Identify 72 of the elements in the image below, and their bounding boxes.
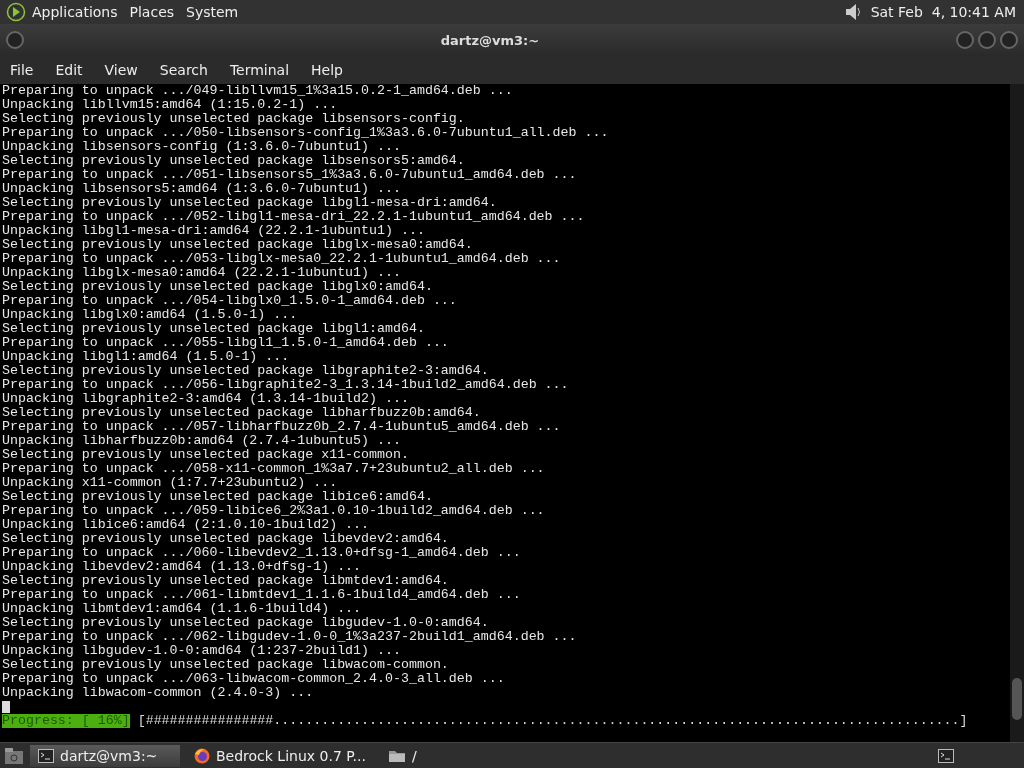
folder-icon [387, 749, 406, 763]
show-desktop-icon[interactable] [4, 747, 24, 765]
terminal-line: Unpacking libmtdev1:amd64 (1.1.6-1build4) ... [2, 602, 362, 616]
terminal-line: Unpacking libharfbuzz0b:amd64 (2.7.4-1ubuntu5) ... [2, 434, 401, 448]
browser-icon [194, 748, 210, 764]
terminal-line: Unpacking libgraphite2-3:amd64 (1.3.14-1build2) ... [2, 392, 409, 406]
terminal-line: Unpacking x11-common (1:7.7+23ubuntu2) ... [2, 476, 338, 490]
terminal-line: Unpacking libsensors-config (1:3.6.0-7ubuntu1) ... [2, 140, 401, 154]
taskbar-button[interactable]: / [379, 745, 425, 767]
terminal-line: Selecting previously unselected package libgl1:amd64. [2, 322, 425, 336]
terminal-line: Unpacking libice6:amd64 (2:1.0.10-1build2) ... [2, 518, 370, 532]
terminal-line: Selecting previously unselected package libsensors5:amd64. [2, 154, 465, 168]
panel-menu[interactable]: Places [123, 4, 181, 20]
terminal-line: Unpacking libglx0:amd64 (1.5.0-1) ... [2, 308, 298, 322]
terminal-line: Unpacking libevdev2:amd64 (1.13.0+dfsg-1) ... [2, 560, 362, 574]
taskbar-button[interactable]: Bedrock Linux 0.7 P... [186, 745, 374, 767]
terminal-line: Selecting previously unselected package libglx-mesa0:amd64. [2, 238, 473, 252]
scrollbar[interactable] [1010, 84, 1024, 742]
close-button[interactable] [1000, 31, 1018, 49]
menu-item[interactable]: File [2, 62, 42, 78]
terminal-line: Preparing to unpack .../050-libsensors-config_1%3a3.6.0-7ubuntu1_all.deb ... [2, 126, 609, 140]
terminal-line: Preparing to unpack .../051-libsensors5_1%3a3.6.0-7ubuntu1_amd64.deb ... [2, 168, 577, 182]
terminal-icon[interactable] [38, 749, 54, 763]
taskbar-button[interactable]: dartz@vm3:~ [30, 745, 180, 767]
terminal-line: Selecting previously unselected package libwacom-common. [2, 658, 449, 672]
terminal-line: Unpacking libgl1-mesa-dri:amd64 (22.2.1-1ubuntu1) ... [2, 224, 425, 238]
menu-item[interactable]: Edit [47, 62, 91, 78]
terminal-line: Selecting previously unselected package libharfbuzz0b:amd64. [2, 406, 481, 420]
terminal-line: Selecting previously unselected package libgl1-mesa-dri:amd64. [2, 196, 497, 210]
terminal-line: Preparing to unpack .../058-x11-common_1%3a7.7+23ubuntu2_all.deb ... [2, 462, 545, 476]
terminal-line: Selecting previously unselected package x11-common. [2, 448, 409, 462]
panel-menu[interactable]: Applications [26, 4, 124, 20]
terminal-line: Selecting previously unselected package libsensors-config. [2, 112, 465, 126]
progress-label: Progress: [ 16%] [2, 714, 130, 728]
terminal-line: Preparing to unpack .../062-libgudev-1.0-0_1%3a237-2build1_amd64.deb ... [2, 630, 577, 644]
minimize-button[interactable] [956, 31, 974, 49]
terminal-line: Preparing to unpack .../057-libharfbuzz0b_2.7.4-1ubuntu5_amd64.deb ... [2, 420, 561, 434]
window-title: dartz@vm3:~ [439, 32, 541, 48]
menu-item[interactable]: View [96, 62, 146, 78]
menu-item[interactable]: Search [151, 62, 216, 78]
terminal-line: Preparing to unpack .../055-libgl1_1.5.0-1_amd64.deb ... [2, 336, 449, 350]
progress-bar-text: [################......................................................................................] [137, 714, 968, 728]
terminal-line: Unpacking libwacom-common (2.4.0-3) ... [2, 686, 314, 700]
panel-menu[interactable]: System [180, 4, 245, 20]
terminal-launcher-icon[interactable] [938, 749, 954, 763]
terminal-line: Selecting previously unselected package libglx0:amd64. [2, 280, 433, 294]
terminal-line: Selecting previously unselected package libmtdev1:amd64. [2, 574, 449, 588]
terminal-line: Selecting previously unselected package libgudev-1.0-0:amd64. [2, 616, 489, 630]
terminal-line: Preparing to unpack .../063-libwacom-common_2.4.0-3_all.deb ... [2, 672, 505, 686]
text-cursor [2, 701, 10, 713]
terminal-line: Preparing to unpack .../059-libice6_2%3a1.0.10-1build2_amd64.deb ... [2, 504, 545, 518]
terminal-line: Preparing to unpack .../052-libgl1-mesa-dri_22.2.1-1ubuntu1_amd64.deb ... [2, 210, 585, 224]
terminal-line: Preparing to unpack .../054-libglx0_1.5.0-1_amd64.deb ... [2, 294, 457, 308]
terminal-line: Unpacking libllvm15:amd64 (1:15.0.2-1) ... [2, 98, 338, 112]
window-menu-icon[interactable] [6, 31, 24, 49]
terminal-line: Unpacking libglx-mesa0:amd64 (22.2.1-1ubuntu1) ... [2, 266, 401, 280]
menu-item[interactable]: Terminal [221, 62, 298, 78]
terminal-line: Selecting previously unselected package libice6:amd64. [2, 490, 433, 504]
terminal-line: Selecting previously unselected package libevdev2:amd64. [2, 532, 449, 546]
terminal-line: Selecting previously unselected package libgraphite2-3:amd64. [2, 364, 489, 378]
terminal-line: Unpacking libgudev-1.0-0:amd64 (1:237-2build1) ... [2, 644, 401, 658]
clock[interactable]: Sat Feb 4, 10:41 AM [862, 4, 1018, 20]
terminal-line: Unpacking libgl1:amd64 (1.5.0-1) ... [2, 350, 290, 364]
distro-logo-icon[interactable] [6, 2, 26, 22]
terminal-line: Preparing to unpack .../049-libllvm15_1%3a15.0.2-1_amd64.deb ... [2, 84, 513, 98]
terminal-line: Preparing to unpack .../061-libmtdev1_1.1.6-1build4_amd64.deb ... [2, 588, 521, 602]
terminal-line: Preparing to unpack .../056-libgraphite2-3_1.3.14-1build2_amd64.deb ... [2, 378, 569, 392]
terminal-line: Unpacking libsensors5:amd64 (1:3.6.0-7ubuntu1) ... [2, 182, 401, 196]
terminal-line: Preparing to unpack .../060-libevdev2_1.13.0+dfsg-1_amd64.deb ... [2, 546, 521, 560]
menu-item[interactable]: Help [303, 62, 351, 78]
terminal-line: Preparing to unpack .../053-libglx-mesa0_22.2.1-1ubuntu1_amd64.deb ... [2, 252, 561, 266]
maximize-button[interactable] [978, 31, 996, 49]
